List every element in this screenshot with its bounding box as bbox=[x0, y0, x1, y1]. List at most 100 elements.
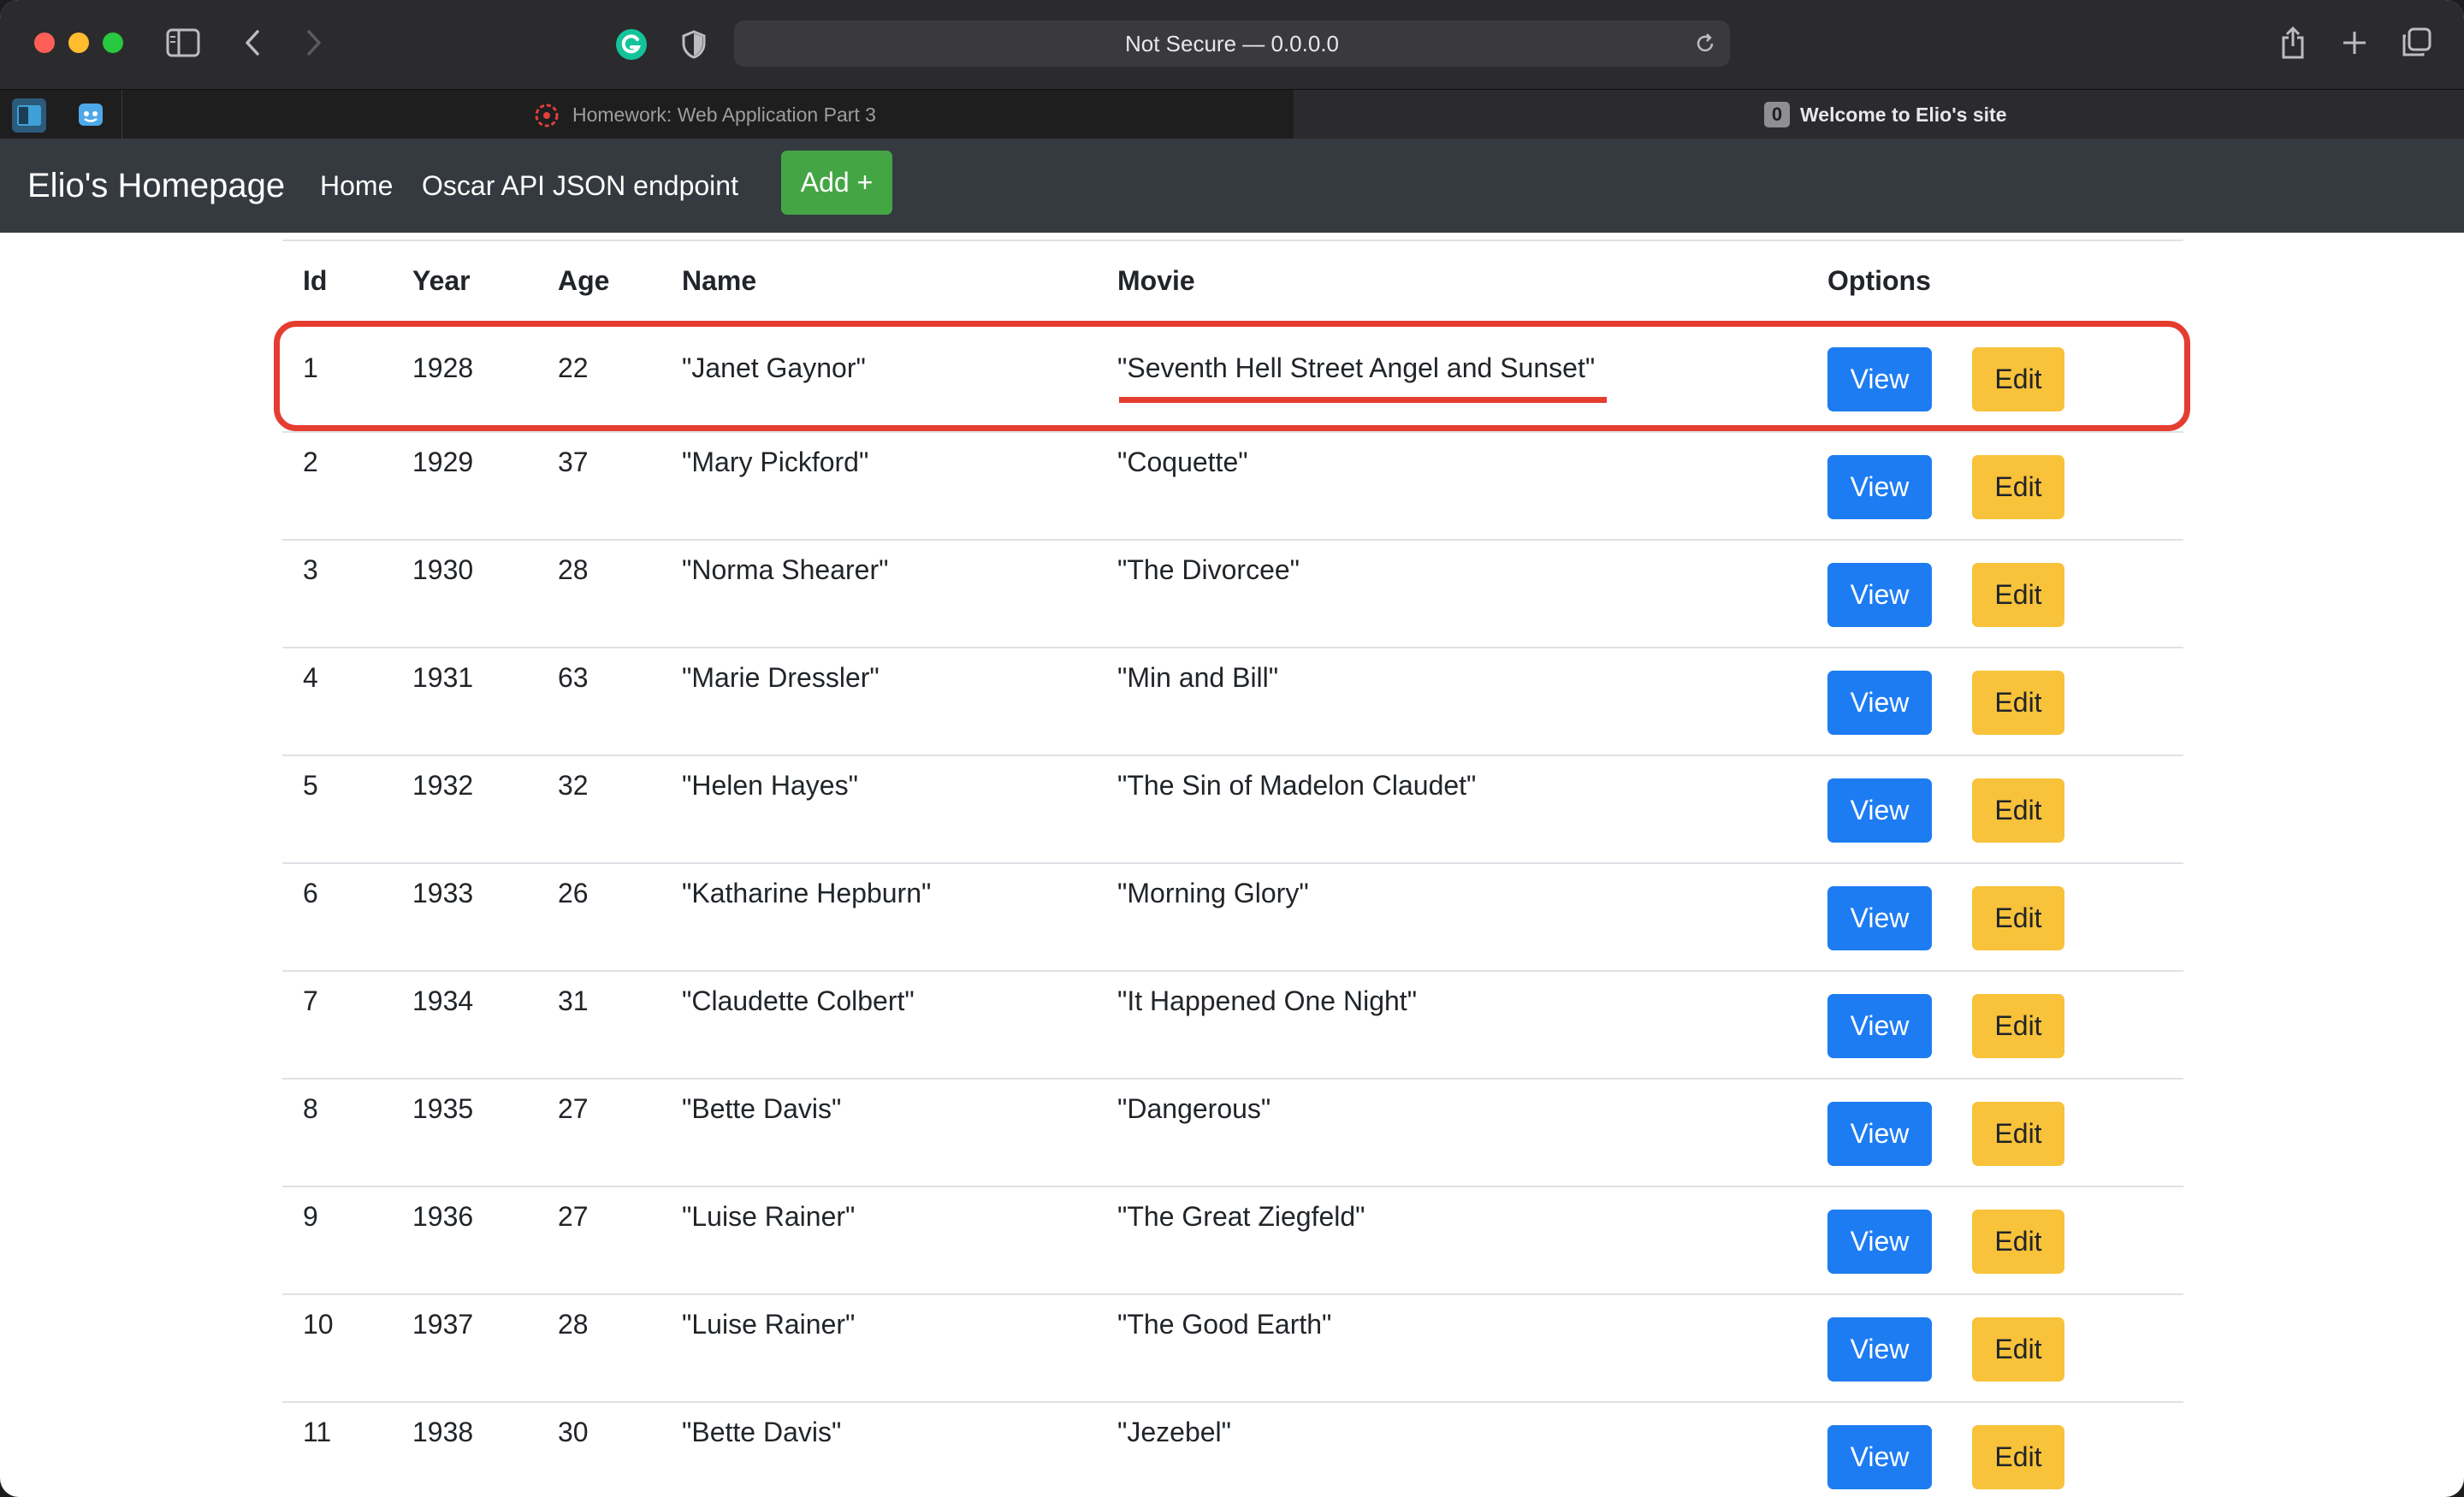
edit-button[interactable]: Edit bbox=[1972, 455, 2064, 519]
cell-year: 1937 bbox=[412, 1309, 474, 1340]
tab-welcome-label: Welcome to Elio's site bbox=[1800, 104, 2007, 126]
edit-button[interactable]: Edit bbox=[1972, 671, 2064, 735]
cell-name: "Bette Davis" bbox=[682, 1417, 842, 1447]
highlight-underline bbox=[1119, 397, 1607, 403]
table-row: 7 1934 31 "Claudette Colbert" "It Happen… bbox=[282, 970, 2183, 1080]
edit-button[interactable]: Edit bbox=[1972, 563, 2064, 627]
cell-id: 10 bbox=[303, 1309, 334, 1340]
cell-age: 28 bbox=[558, 1309, 589, 1340]
cell-id: 3 bbox=[303, 554, 318, 585]
cell-age: 27 bbox=[558, 1201, 589, 1232]
view-button[interactable]: View bbox=[1827, 563, 1932, 627]
reload-icon[interactable] bbox=[1694, 33, 1716, 59]
tab-favicon-badge: 0 bbox=[1764, 102, 1790, 127]
tab-welcome[interactable]: 0 Welcome to Elio's site bbox=[1294, 90, 2464, 139]
view-button[interactable]: View bbox=[1827, 455, 1932, 519]
close-window-button[interactable] bbox=[34, 33, 55, 53]
cell-year: 1930 bbox=[412, 554, 474, 585]
address-bar[interactable]: Not Secure — 0.0.0.0 bbox=[734, 21, 1730, 67]
cell-movie: "It Happened One Night" bbox=[1117, 985, 1418, 1016]
edit-button[interactable]: Edit bbox=[1972, 1210, 2064, 1274]
table-row: 3 1930 28 "Norma Shearer" "The Divorcee"… bbox=[282, 539, 2183, 648]
edit-button[interactable]: Edit bbox=[1972, 1102, 2064, 1166]
table-row: 4 1931 63 "Marie Dressler" "Min and Bill… bbox=[282, 647, 2183, 756]
cell-year: 1935 bbox=[412, 1093, 474, 1124]
grammarly-extension-icon[interactable] bbox=[614, 27, 649, 62]
site-navbar: Elio's Homepage Home Oscar API JSON endp… bbox=[0, 139, 2464, 233]
header-name: Name bbox=[682, 265, 757, 296]
tab-bar: Homework: Web Application Part 3 0 Welco… bbox=[0, 89, 2464, 139]
edit-button[interactable]: Edit bbox=[1972, 1317, 2064, 1382]
cell-year: 1938 bbox=[412, 1417, 474, 1447]
edit-button[interactable]: Edit bbox=[1972, 778, 2064, 843]
new-tab-icon[interactable] bbox=[2337, 26, 2372, 60]
cell-id: 5 bbox=[303, 770, 318, 801]
sidebar-toggle-icon[interactable] bbox=[166, 27, 200, 58]
cell-name: "Norma Shearer" bbox=[682, 554, 889, 585]
edit-button[interactable]: Edit bbox=[1972, 1425, 2064, 1489]
cell-year: 1933 bbox=[412, 878, 474, 908]
table-row: 9 1936 27 "Luise Rainer" "The Great Zieg… bbox=[282, 1186, 2183, 1295]
pinned-tab-1-icon[interactable] bbox=[12, 98, 46, 133]
cell-id: 11 bbox=[303, 1417, 332, 1447]
forward-icon[interactable] bbox=[301, 27, 327, 58]
cell-name: "Luise Rainer" bbox=[682, 1201, 856, 1232]
nav-link-home[interactable]: Home bbox=[320, 139, 393, 233]
cell-year: 1929 bbox=[412, 447, 474, 477]
view-button[interactable]: View bbox=[1827, 1210, 1932, 1274]
view-button[interactable]: View bbox=[1827, 1317, 1932, 1382]
cell-movie: "The Great Ziegfeld" bbox=[1117, 1201, 1365, 1232]
edit-button[interactable]: Edit bbox=[1972, 994, 2064, 1058]
tab-homework-label: Homework: Web Application Part 3 bbox=[572, 104, 876, 126]
minimize-window-button[interactable] bbox=[68, 33, 89, 53]
back-icon[interactable] bbox=[240, 27, 265, 58]
cell-age: 28 bbox=[558, 554, 589, 585]
header-age: Age bbox=[558, 265, 610, 296]
tab-overview-icon[interactable] bbox=[2399, 26, 2433, 60]
view-button[interactable]: View bbox=[1827, 1102, 1932, 1166]
cell-movie: "The Good Earth" bbox=[1117, 1309, 1332, 1340]
header-options: Options bbox=[1827, 265, 1931, 296]
nav-link-oscar-api[interactable]: Oscar API JSON endpoint bbox=[422, 139, 738, 233]
header-id: Id bbox=[303, 265, 328, 296]
privacy-shield-icon[interactable] bbox=[679, 27, 708, 62]
add-button[interactable]: Add + bbox=[781, 151, 892, 215]
cell-id: 6 bbox=[303, 878, 318, 908]
cell-movie: "Min and Bill" bbox=[1117, 662, 1279, 693]
cell-name: "Bette Davis" bbox=[682, 1093, 842, 1124]
cell-id: 8 bbox=[303, 1093, 318, 1124]
cell-year: 1936 bbox=[412, 1201, 474, 1232]
highlight-box bbox=[274, 321, 2190, 431]
canvas-logo-icon bbox=[533, 102, 560, 133]
zoom-window-button[interactable] bbox=[103, 33, 123, 53]
tab-homework[interactable]: Homework: Web Application Part 3 bbox=[121, 90, 1295, 139]
cell-year: 1931 bbox=[412, 662, 474, 693]
cell-age: 31 bbox=[558, 985, 589, 1016]
site-brand[interactable]: Elio's Homepage bbox=[27, 139, 285, 233]
share-icon[interactable] bbox=[2276, 24, 2310, 62]
cell-age: 27 bbox=[558, 1093, 589, 1124]
cell-age: 32 bbox=[558, 770, 589, 801]
table-row: 10 1937 28 "Luise Rainer" "The Good Eart… bbox=[282, 1293, 2183, 1403]
view-button[interactable]: View bbox=[1827, 778, 1932, 843]
cell-age: 30 bbox=[558, 1417, 589, 1447]
browser-window: Not Secure — 0.0.0.0 Homework: Web Appli… bbox=[0, 0, 2464, 1497]
cell-name: "Marie Dressler" bbox=[682, 662, 880, 693]
table-row: 2 1929 37 "Mary Pickford" "Coquette" Vie… bbox=[282, 431, 2183, 541]
view-button[interactable]: View bbox=[1827, 886, 1932, 950]
cell-movie: "Jezebel" bbox=[1117, 1417, 1232, 1447]
view-button[interactable]: View bbox=[1827, 994, 1932, 1058]
edit-button[interactable]: Edit bbox=[1972, 886, 2064, 950]
cell-id: 2 bbox=[303, 447, 318, 477]
cell-name: "Claudette Colbert" bbox=[682, 985, 915, 1016]
cell-id: 7 bbox=[303, 985, 318, 1016]
cell-movie: "Dangerous" bbox=[1117, 1093, 1271, 1124]
pinned-tab-2-icon[interactable] bbox=[74, 98, 108, 133]
browser-toolbar: Not Secure — 0.0.0.0 bbox=[0, 0, 2464, 89]
cell-id: 9 bbox=[303, 1201, 318, 1232]
cell-age: 37 bbox=[558, 447, 589, 477]
view-button[interactable]: View bbox=[1827, 671, 1932, 735]
cell-age: 63 bbox=[558, 662, 589, 693]
table-row: 8 1935 27 "Bette Davis" "Dangerous" View… bbox=[282, 1078, 2183, 1187]
view-button[interactable]: View bbox=[1827, 1425, 1932, 1489]
